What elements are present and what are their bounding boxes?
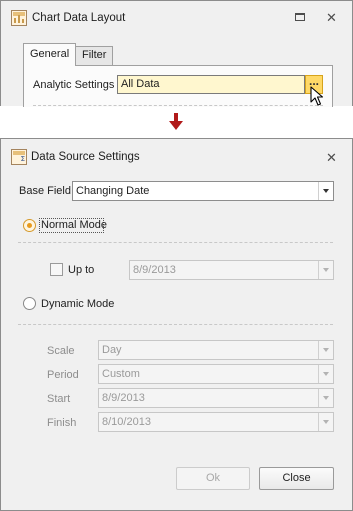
- dynamic-mode-label[interactable]: Dynamic Mode: [41, 298, 114, 310]
- divider: [33, 105, 323, 106]
- analytic-settings-field[interactable]: All Data: [117, 75, 305, 94]
- dialog-title: Data Source Settings: [31, 151, 140, 163]
- up-to-checkbox[interactable]: [50, 263, 63, 276]
- title-bar: Σ Data Source Settings ✕: [1, 139, 352, 173]
- tab-filter[interactable]: Filter: [75, 46, 114, 65]
- close-button[interactable]: Close: [259, 467, 334, 490]
- period-value: Custom: [102, 368, 140, 380]
- tab-general[interactable]: General: [23, 43, 77, 66]
- base-field-combo[interactable]: Changing Date: [72, 181, 334, 201]
- normal-mode-label[interactable]: Normal Mode: [41, 219, 107, 231]
- period-label: Period: [47, 369, 79, 381]
- start-label: Start: [47, 393, 71, 405]
- chevron-down-icon[interactable]: [318, 389, 333, 407]
- close-icon[interactable]: ✕: [326, 151, 337, 164]
- normal-mode-radio[interactable]: [23, 219, 36, 232]
- base-field-label: Base Field: [19, 185, 71, 197]
- restore-icon[interactable]: [295, 13, 305, 21]
- finish-date-value: 8/10/2013: [102, 416, 151, 428]
- scale-value: Day: [102, 344, 122, 356]
- finish-date-combo[interactable]: 8/10/2013: [98, 412, 334, 432]
- window-title: Chart Data Layout: [32, 12, 126, 24]
- scale-combo[interactable]: Day: [98, 340, 334, 360]
- data-source-icon: Σ: [11, 149, 27, 165]
- title-bar: Chart Data Layout ✕: [1, 1, 352, 35]
- up-to-date-value: 8/9/2013: [133, 264, 176, 276]
- finish-label: Finish: [47, 417, 77, 429]
- data-source-settings-dialog: Σ Data Source Settings ✕ Base Field Chan…: [0, 138, 353, 511]
- general-tab-panel: Analytic Settings All Data ...: [23, 65, 333, 107]
- mouse-cursor-icon: [310, 86, 324, 106]
- tab-strip: General Filter: [23, 43, 333, 66]
- start-date-combo[interactable]: 8/9/2013: [98, 388, 334, 408]
- chevron-down-icon[interactable]: [318, 341, 333, 359]
- analytic-settings-label: Analytic Settings: [33, 79, 115, 91]
- divider: [18, 324, 333, 325]
- divider: [18, 242, 333, 243]
- base-field-value: Changing Date: [76, 185, 150, 197]
- chevron-down-icon[interactable]: [318, 182, 333, 200]
- up-to-date-combo[interactable]: 8/9/2013: [129, 260, 334, 280]
- chevron-down-icon[interactable]: [318, 365, 333, 383]
- down-arrow-icon: [169, 113, 183, 130]
- chevron-down-icon[interactable]: [318, 413, 333, 431]
- chart-layout-icon: [11, 10, 27, 26]
- period-combo[interactable]: Custom: [98, 364, 334, 384]
- scale-label: Scale: [47, 345, 75, 357]
- start-date-value: 8/9/2013: [102, 392, 145, 404]
- dynamic-mode-radio[interactable]: [23, 297, 36, 310]
- chart-data-layout-window: Chart Data Layout ✕ General Filter Analy…: [0, 0, 353, 107]
- ok-button[interactable]: Ok: [176, 467, 250, 490]
- up-to-label: Up to: [68, 264, 95, 276]
- chevron-down-icon[interactable]: [318, 261, 333, 279]
- close-icon[interactable]: ✕: [326, 11, 337, 24]
